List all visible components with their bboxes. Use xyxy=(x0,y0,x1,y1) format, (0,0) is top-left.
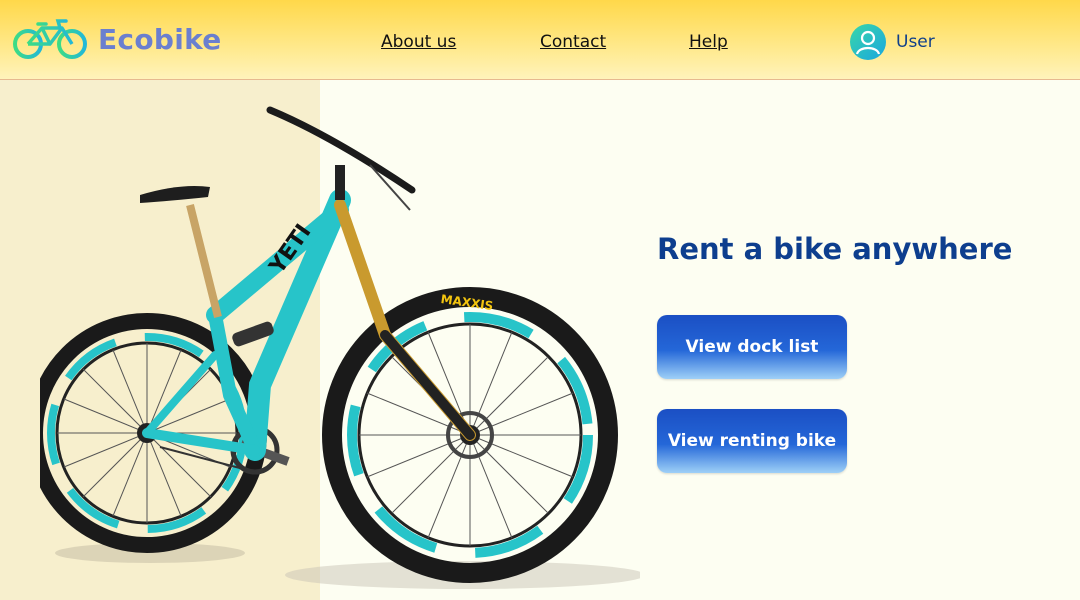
nav-link-help[interactable]: Help xyxy=(689,32,728,52)
user-label: User xyxy=(896,32,935,52)
hero-headline: Rent a bike anywhere xyxy=(657,232,1013,266)
user-menu[interactable]: User xyxy=(850,24,935,60)
brand-logo[interactable]: Ecobike xyxy=(12,16,222,62)
nav-link-contact[interactable]: Contact xyxy=(540,32,606,52)
user-avatar-icon xyxy=(850,24,886,60)
top-navbar: Ecobike About us Contact Help User xyxy=(0,0,1080,80)
mountain-bike-image: MAXXIS YETI xyxy=(40,106,640,589)
bicycle-logo-icon xyxy=(13,19,87,59)
view-dock-list-button[interactable]: View dock list xyxy=(657,315,847,379)
nav-link-about-us[interactable]: About us xyxy=(381,32,456,52)
brand-name: Ecobike xyxy=(98,22,222,56)
view-renting-bike-button[interactable]: View renting bike xyxy=(657,409,847,473)
